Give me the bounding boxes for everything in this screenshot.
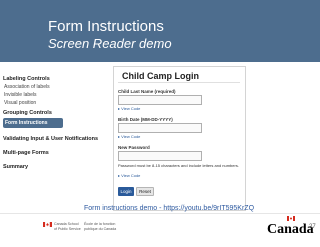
topic-sidebar: Labeling Controls Association of labels … [3, 76, 101, 170]
sidebar-section-labeling[interactable]: Labeling Controls [3, 76, 101, 82]
footer-divider [0, 213, 320, 214]
page-number: 27 [309, 224, 316, 230]
wordmark-flag-icon [287, 216, 295, 221]
last-name-view-code-link[interactable]: ▸ View Code [118, 106, 140, 111]
gov-signature-en-line: Canada School [54, 222, 79, 226]
gov-signature-en-line: of Public Service [54, 226, 81, 231]
sidebar-item-form-instructions[interactable]: Form Instructions [3, 118, 63, 128]
birth-date-view-code-link[interactable]: ▸ View Code [118, 134, 140, 139]
birth-date-label: Birth Date (MM-DD-YYYY) [118, 117, 173, 122]
sidebar-item-visual-position[interactable]: Visual position [3, 100, 101, 106]
gov-signature-fr-line: École de la fonction [84, 222, 116, 226]
slide-title: Form Instructions [48, 18, 164, 35]
login-button[interactable]: Login [118, 187, 134, 196]
new-password-field[interactable] [118, 151, 202, 161]
form-title: Child Camp Login [122, 71, 199, 81]
last-name-label: Child Last Name (required) [118, 89, 176, 94]
canada-wordmark: Canada [267, 222, 314, 237]
demo-form-screenshot: Child Camp Login Child Last Name (requir… [113, 66, 246, 211]
new-password-view-code-link[interactable]: ▸ View Code [118, 173, 140, 178]
canada-flag-icon [43, 222, 52, 227]
sidebar-section-grouping[interactable]: Grouping Controls [3, 110, 101, 116]
password-instructions: Password must be 8-15 characters and inc… [118, 163, 239, 168]
new-password-label: New Password [118, 145, 150, 150]
sidebar-item-association[interactable]: Association of labels [3, 84, 101, 90]
gov-signature-fr-line: publique du Canada [84, 226, 117, 231]
gov-signature-en: Canada School of Public Service [54, 222, 81, 231]
demo-video-link[interactable]: Form instructions demo - https://youtu.b… [84, 204, 282, 213]
birth-date-field[interactable] [118, 123, 202, 133]
form-divider [118, 82, 240, 83]
gov-signature-fr: École de la fonction publique du Canada [84, 222, 116, 231]
slide-subtitle: Screen Reader demo [48, 36, 172, 51]
slide-header: Form Instructions Screen Reader demo [0, 0, 320, 62]
sidebar-section-summary[interactable]: Summary [3, 164, 101, 170]
sidebar-section-validating[interactable]: Validating Input & User Notifications [3, 136, 101, 142]
last-name-field[interactable] [118, 95, 202, 105]
sidebar-item-invisible-labels[interactable]: Invisible labels [3, 92, 101, 98]
reset-button[interactable]: Reset [136, 187, 154, 196]
